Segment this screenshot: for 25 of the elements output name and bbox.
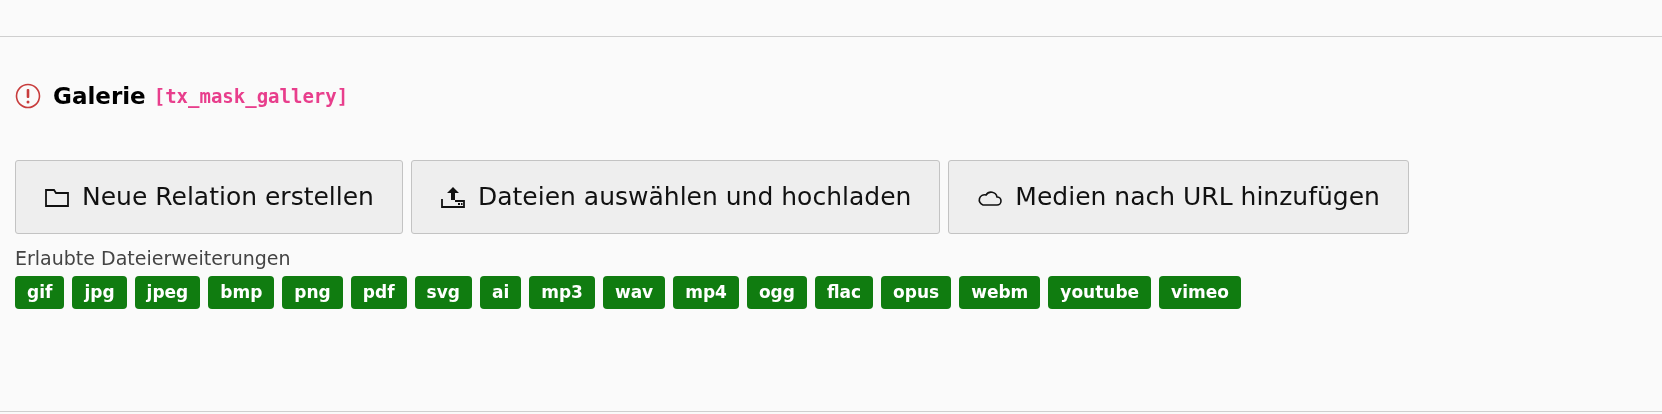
extension-tag: jpeg <box>134 276 201 310</box>
extension-tag: mp3 <box>529 276 595 310</box>
action-button[interactable]: Dateien auswählen und hochladen <box>410 159 941 234</box>
extension-tag: ai <box>479 276 522 310</box>
extension-tag: ogg <box>746 276 807 310</box>
error-icon <box>15 83 41 110</box>
field-label: Galerie <box>53 82 146 111</box>
field-identifier: [tx_mask_gallery] <box>153 84 349 110</box>
upload-icon <box>439 184 466 209</box>
extension-tag: youtube <box>1048 276 1152 310</box>
action-button[interactable]: Neue Relation erstellen <box>15 159 403 234</box>
extension-tag: svg <box>414 276 472 310</box>
extension-tag: webm <box>959 276 1041 310</box>
extension-tag: mp4 <box>673 276 739 310</box>
extension-tag: wav <box>602 276 666 310</box>
extension-tag: vimeo <box>1159 276 1241 310</box>
extension-tag: png <box>282 276 343 310</box>
extension-tag: jpg <box>72 276 127 310</box>
action-button[interactable]: Medien nach URL hinzufügen <box>948 159 1409 234</box>
allowed-extensions-label: Erlaubte Dateierweiterungen <box>15 245 292 271</box>
extension-tag: gif <box>15 276 65 310</box>
extension-tag: bmp <box>208 276 275 310</box>
extension-tag: opus <box>881 276 952 310</box>
extension-tag: flac <box>814 276 874 310</box>
extension-tag: pdf <box>350 276 407 310</box>
